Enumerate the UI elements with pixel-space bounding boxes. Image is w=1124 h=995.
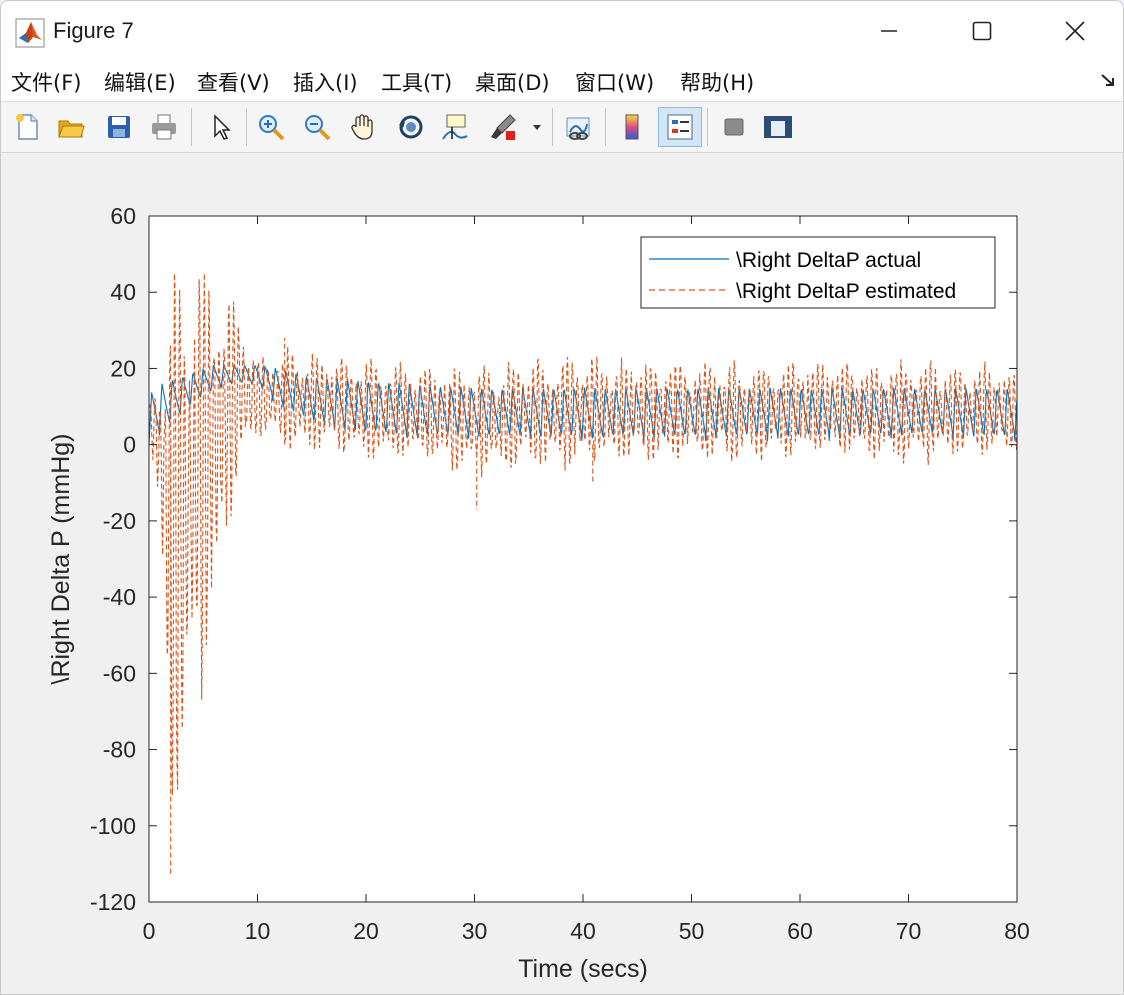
dropdown-arrow-icon bbox=[533, 125, 541, 130]
toolbar-separator bbox=[552, 108, 553, 146]
plot-area[interactable]: 0 10 20 30 40 50 60 70 80 -120 -100 -80 -60 -40 -20 0 20… bbox=[1, 153, 1123, 994]
zoom-in-button[interactable] bbox=[253, 109, 289, 145]
legend[interactable]: \Right DeltaP actual \Right DeltaP estim… bbox=[640, 236, 996, 309]
new-figure-icon bbox=[16, 114, 38, 140]
close-button[interactable] bbox=[1029, 1, 1121, 61]
legend-button[interactable] bbox=[658, 107, 702, 147]
link-plot-icon bbox=[566, 117, 590, 140]
hide-plot-tools-icon bbox=[724, 118, 744, 136]
minimize-button[interactable] bbox=[843, 1, 935, 61]
zoom-out-button[interactable] bbox=[299, 109, 335, 145]
y-tick-label: 0 bbox=[123, 432, 136, 458]
menu-expand-icon[interactable] bbox=[1099, 71, 1117, 89]
toolbar-separator bbox=[707, 108, 708, 146]
x-tick-label: 80 bbox=[1004, 918, 1030, 944]
toolbar bbox=[1, 102, 1123, 153]
show-plot-tools-icon bbox=[764, 116, 792, 138]
x-tick-label: 50 bbox=[679, 918, 705, 944]
rotate-3d-icon bbox=[399, 115, 423, 139]
y-tick-label: 20 bbox=[110, 355, 136, 381]
y-tick-label: -100 bbox=[90, 813, 136, 839]
save-button[interactable] bbox=[101, 109, 137, 145]
close-icon bbox=[1065, 21, 1085, 41]
figure-window: Figure 7 文件(F) 编辑(E) 查看(V) 插入(I) 工具(T) 桌… bbox=[0, 0, 1124, 995]
x-tick-label: 70 bbox=[896, 918, 922, 944]
menu-view[interactable]: 查看(V) bbox=[197, 67, 270, 97]
minimize-icon bbox=[881, 30, 897, 32]
brush-dropdown[interactable] bbox=[527, 109, 547, 145]
x-tick-label: 30 bbox=[462, 918, 488, 944]
window-title: Figure 7 bbox=[53, 18, 134, 43]
open-file-icon bbox=[58, 120, 85, 138]
menu-tools[interactable]: 工具(T) bbox=[381, 67, 452, 97]
menu-window[interactable]: 窗口(W) bbox=[575, 67, 654, 97]
edit-plot-arrow-icon bbox=[214, 114, 231, 140]
new-figure-button[interactable] bbox=[9, 109, 45, 145]
y-tick-label: -120 bbox=[90, 889, 136, 915]
matlab-logo-icon bbox=[15, 18, 45, 48]
axes-background bbox=[149, 216, 1017, 902]
y-tick-label: -60 bbox=[103, 660, 136, 686]
hide-plot-tools-button[interactable] bbox=[716, 109, 752, 145]
menu-insert[interactable]: 插入(I) bbox=[293, 67, 358, 97]
pan-button[interactable] bbox=[345, 109, 381, 145]
zoom-out-icon bbox=[305, 115, 331, 141]
y-tick-label: -80 bbox=[103, 737, 136, 763]
x-tick-label: 0 bbox=[143, 918, 156, 944]
pan-hand-icon bbox=[351, 114, 373, 140]
brush-icon bbox=[491, 114, 516, 140]
brush-button[interactable] bbox=[485, 109, 521, 145]
maximize-button[interactable] bbox=[936, 1, 1028, 61]
toolbar-separator bbox=[605, 108, 606, 146]
menu-bar: 文件(F) 编辑(E) 查看(V) 插入(I) 工具(T) 桌面(D) 窗口(W… bbox=[1, 61, 1123, 102]
legend-label-actual: \Right DeltaP actual bbox=[736, 249, 921, 272]
x-tick-label: 40 bbox=[570, 918, 596, 944]
x-axis-label: Time (secs) bbox=[518, 955, 648, 983]
data-cursor-button[interactable] bbox=[437, 109, 473, 145]
figure-canvas[interactable]: 0 10 20 30 40 50 60 70 80 -120 -100 -80 -60 -40 -20 0 20… bbox=[1, 153, 1123, 994]
print-button[interactable] bbox=[146, 109, 182, 145]
title-bar[interactable]: Figure 7 bbox=[1, 1, 1123, 61]
maximize-icon bbox=[972, 21, 992, 41]
edit-plot-button[interactable] bbox=[203, 109, 239, 145]
zoom-in-icon bbox=[259, 115, 285, 141]
colorbar-icon bbox=[625, 114, 639, 140]
y-tick-label: 40 bbox=[110, 279, 136, 305]
rotate-button[interactable] bbox=[393, 109, 429, 145]
legend-label-estimated: \Right DeltaP estimated bbox=[736, 280, 956, 303]
print-icon bbox=[152, 114, 176, 140]
menu-edit[interactable]: 编辑(E) bbox=[104, 67, 176, 97]
data-cursor-icon bbox=[442, 114, 468, 140]
colorbar-button[interactable] bbox=[614, 109, 650, 145]
x-tick-label: 60 bbox=[787, 918, 813, 944]
toolbar-separator bbox=[191, 108, 192, 146]
y-tick-label: 60 bbox=[110, 203, 136, 229]
open-file-button[interactable] bbox=[53, 109, 89, 145]
toolbar-separator bbox=[246, 108, 247, 146]
y-axis-label: \Right Delta P (mmHg) bbox=[47, 434, 75, 685]
y-tick-label: -20 bbox=[103, 508, 136, 534]
legend-icon bbox=[667, 114, 693, 140]
menu-help[interactable]: 帮助(H) bbox=[680, 67, 754, 97]
link-plot-button[interactable] bbox=[560, 109, 596, 145]
save-icon bbox=[108, 116, 130, 138]
show-plot-tools-button[interactable] bbox=[760, 109, 796, 145]
menu-file[interactable]: 文件(F) bbox=[11, 67, 81, 97]
menu-desktop[interactable]: 桌面(D) bbox=[475, 67, 550, 97]
y-tick-label: -40 bbox=[103, 584, 136, 610]
x-tick-label: 20 bbox=[353, 918, 379, 944]
x-tick-label: 10 bbox=[245, 918, 271, 944]
